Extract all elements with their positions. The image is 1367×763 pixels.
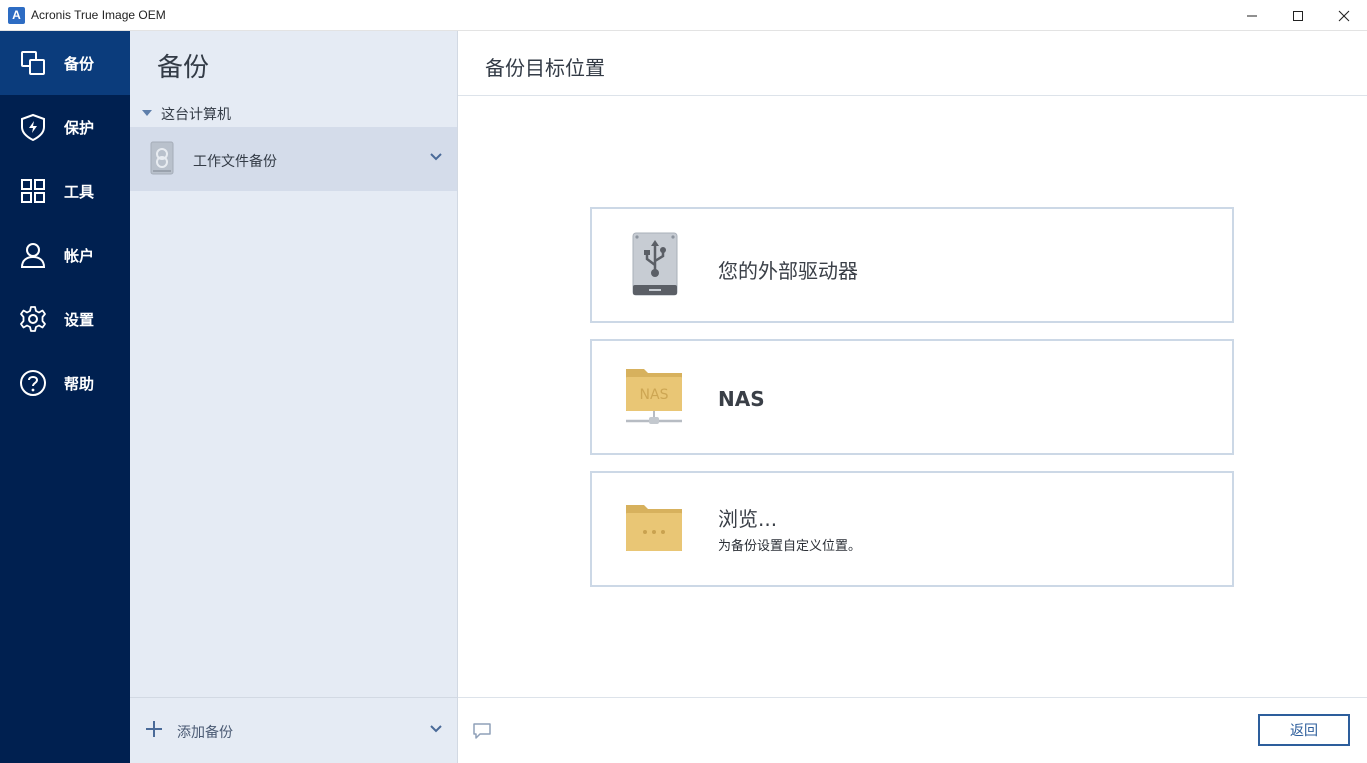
option-browse[interactable]: 浏览... 为备份设置自定义位置。 [590,471,1234,587]
window-title: Acronis True Image OEM [31,8,166,22]
chevron-down-icon[interactable] [430,152,442,162]
gear-icon [18,304,48,334]
nav-item-protection[interactable]: 保护 [0,95,130,159]
feedback-icon[interactable] [472,722,492,740]
browse-folder-icon [626,505,682,551]
account-icon [18,240,48,270]
acronis-logo-icon: A [8,7,25,24]
nav-item-tools[interactable]: 工具 [0,159,130,223]
option-subtitle: 为备份设置自定义位置。 [718,539,862,554]
option-title: 浏览... [718,507,778,531]
title-bar: A Acronis True Image OEM [0,0,1367,31]
close-icon [1338,10,1350,21]
main-nav: 备份 保护 工具 帐户 设置 帮助 [0,31,130,763]
nav-label-backup: 备份 [64,54,95,73]
plus-icon[interactable] [145,720,163,738]
help-icon [18,368,48,398]
nav-label-account: 帐户 [64,246,95,265]
chevron-down-icon[interactable] [430,724,442,734]
nav-label-protection: 保护 [64,118,95,137]
nas-icon-text: NAS [640,387,669,403]
add-backup-bar: 添加备份 [130,697,457,763]
drive-icon [150,141,174,175]
option-title: NAS [718,387,765,411]
backup-icon [18,48,48,78]
add-backup-button[interactable]: 添加备份 [177,722,233,742]
option-title: 您的外部驱动器 [718,259,858,283]
nav-item-account[interactable]: 帐户 [0,223,130,287]
destination-header: 备份目标位置 [458,31,1367,96]
option-external-drive[interactable]: 您的外部驱动器 [590,207,1234,323]
nav-label-settings: 设置 [64,310,95,329]
nav-item-help[interactable]: 帮助 [0,351,130,415]
back-button[interactable]: 返回 [1258,714,1350,746]
shield-icon [18,112,48,142]
maximize-icon [1293,10,1303,21]
destination-title: 备份目标位置 [485,56,605,80]
nav-label-tools: 工具 [64,182,95,201]
nas-folder-icon: NAS [626,369,682,424]
nav-item-settings[interactable]: 设置 [0,287,130,351]
close-button[interactable] [1321,0,1367,31]
tools-grid-icon [18,176,48,206]
nav-item-backup[interactable]: 备份 [0,31,130,95]
maximize-button[interactable] [1275,0,1321,31]
backups-panel-title: 备份 [157,53,210,83]
minimize-button[interactable] [1229,0,1275,31]
destination-footer: 返回 [458,697,1367,763]
backups-panel: 备份 这台计算机 工作文件备份 添加备份 [130,31,458,763]
group-this-computer[interactable]: 这台计算机 [130,101,457,125]
group-label: 这台计算机 [161,107,231,123]
option-nas[interactable]: NAS NAS [590,339,1234,455]
minimize-icon [1247,15,1257,16]
nav-label-help: 帮助 [64,374,95,393]
backup-item-work-files[interactable]: 工作文件备份 [130,127,457,191]
backup-item-label: 工作文件备份 [193,154,277,170]
destination-panel: 备份目标位置 您的外部驱动器 NAS NAS 浏览... 为备份设置自定义位置。… [458,31,1367,763]
usb-drive-icon [632,232,678,296]
collapse-triangle-icon [142,110,152,116]
